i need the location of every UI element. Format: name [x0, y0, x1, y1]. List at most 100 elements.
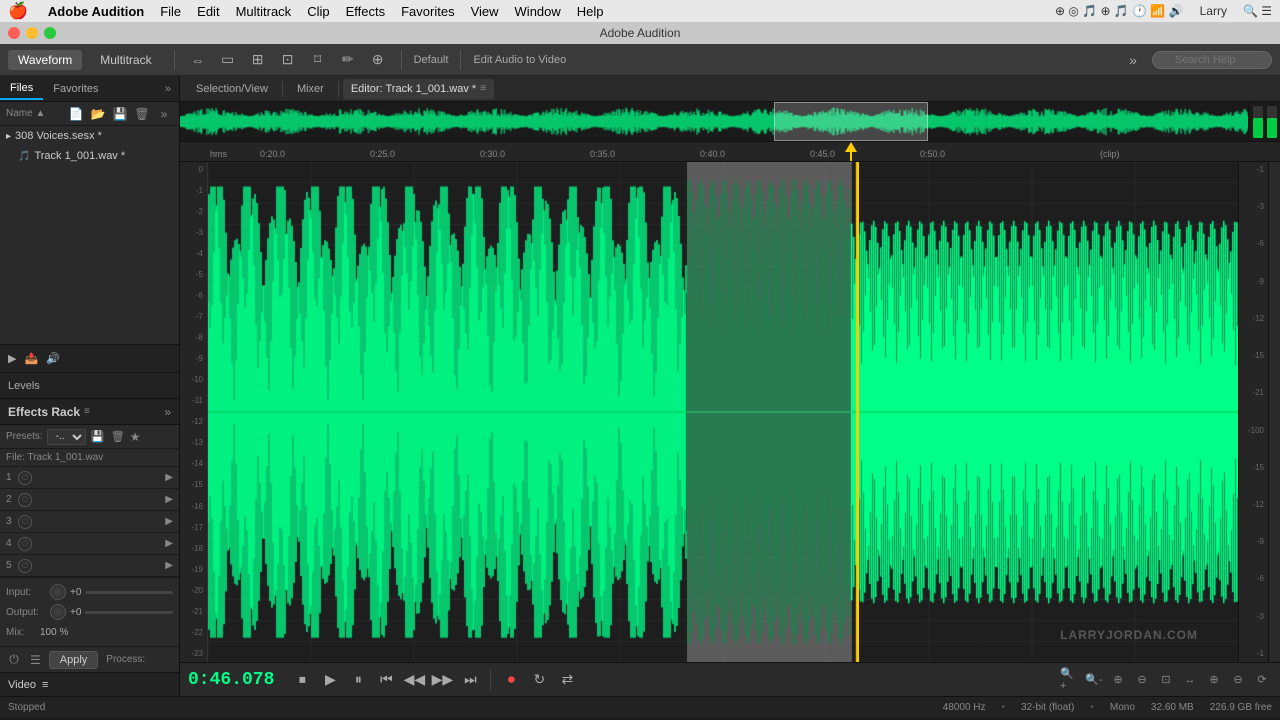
mini-speaker-btn[interactable]: 🔊	[46, 352, 60, 365]
close-button[interactable]	[8, 27, 20, 39]
record-button[interactable]: ⏺	[499, 668, 523, 692]
tab-multitrack[interactable]: Multitrack	[90, 50, 161, 70]
waveform-canvas-area[interactable]: LARRYJORDAN.COM	[208, 162, 1238, 662]
db-8: -8	[180, 334, 203, 342]
mini-load-btn[interactable]: 📤	[24, 352, 38, 365]
effect-slot-4[interactable]: 4 ⏻ ▶	[0, 533, 179, 555]
effect-arrow-2[interactable]: ▶	[165, 494, 173, 505]
pause-button[interactable]: ⏸	[346, 668, 370, 692]
input-knob[interactable]	[50, 584, 66, 600]
stop-button[interactable]: ⏹	[290, 668, 314, 692]
play-button[interactable]: ▶	[318, 668, 342, 692]
maximize-button[interactable]	[44, 27, 56, 39]
file-item-session[interactable]: ▸ 308 Voices.sesx *	[0, 126, 179, 146]
rack-power-icon[interactable]: ⏻	[6, 652, 22, 668]
search-input[interactable]	[1152, 51, 1272, 69]
video-menu-icon[interactable]: ≡	[42, 679, 48, 691]
effect-arrow-1[interactable]: ▶	[165, 472, 173, 483]
presets-delete-icon[interactable]: 🗑	[110, 429, 126, 445]
db-4: -4	[180, 250, 203, 258]
menu-favorites[interactable]: Favorites	[401, 4, 454, 19]
expand-files-icon[interactable]: »	[155, 105, 173, 123]
menu-window[interactable]: Window	[515, 4, 561, 19]
levels-label[interactable]: Levels	[8, 380, 40, 392]
effect-slot-1[interactable]: 1 ⏻ ▶	[0, 467, 179, 489]
menu-app-name[interactable]: Adobe Audition	[48, 4, 144, 19]
editor-filename-tab[interactable]: Editor: Track 1_001.wav * ≡	[343, 79, 494, 99]
menu-effects[interactable]: Effects	[346, 4, 386, 19]
editor-tab-separator	[282, 81, 283, 97]
save-file-btn[interactable]: 💾	[111, 105, 129, 123]
presets-save-icon[interactable]: 💾	[90, 429, 106, 445]
apply-button[interactable]: Apply	[49, 651, 99, 669]
tab-mixer[interactable]: Mixer	[287, 79, 334, 99]
waveform-overview[interactable]	[180, 102, 1280, 142]
effect-slot-3[interactable]: 3 ⏻ ▶	[0, 511, 179, 533]
fast-forward-button[interactable]: ▶▶	[430, 668, 454, 692]
zoom-to-selection-btn[interactable]: ⊡	[1156, 670, 1176, 690]
effect-power-2[interactable]: ⏻	[18, 493, 32, 507]
tab-files[interactable]: Files	[0, 78, 43, 100]
new-file-btn[interactable]: 📄	[67, 105, 85, 123]
loop-to-file-button[interactable]: ⇄	[555, 668, 579, 692]
effect-arrow-3[interactable]: ▶	[165, 516, 173, 527]
goto-start-button[interactable]: ⏮	[374, 668, 398, 692]
effect-power-3[interactable]: ⏻	[18, 515, 32, 529]
menu-view[interactable]: View	[471, 4, 499, 19]
tab-selection-view[interactable]: Selection/View	[186, 79, 278, 99]
time-ruler[interactable]: hms 0:20.0 0:25.0 0:30.0 0:35.0 0:40.0 0…	[180, 142, 1280, 162]
rewind-button[interactable]: ◀◀	[402, 668, 426, 692]
menu-multitrack[interactable]: Multitrack	[236, 4, 292, 19]
effects-rack-menu-icon[interactable]: ≡	[84, 406, 90, 417]
loop-button[interactable]: ↻	[527, 668, 551, 692]
tab-waveform[interactable]: Waveform	[8, 50, 82, 70]
goto-end-button[interactable]: ⏭	[458, 668, 482, 692]
effect-slot-5[interactable]: 5 ⏻ ▶	[0, 555, 179, 577]
effect-slot-2[interactable]: 2 ⏻ ▶	[0, 489, 179, 511]
minimize-button[interactable]	[26, 27, 38, 39]
apple-menu[interactable]: 🍎	[8, 1, 28, 21]
zoom-amp-out-btn[interactable]: ⊖	[1228, 670, 1248, 690]
menu-help[interactable]: Help	[577, 4, 604, 19]
vertical-scrollbar[interactable]	[1268, 162, 1280, 662]
menu-clip[interactable]: Clip	[307, 4, 329, 19]
menu-edit[interactable]: Edit	[197, 4, 219, 19]
input-slider[interactable]	[85, 591, 173, 594]
mini-play-btn[interactable]: ▶	[8, 352, 16, 365]
rack-list-icon[interactable]: ☰	[30, 653, 41, 667]
effect-power-1[interactable]: ⏻	[18, 471, 32, 485]
editor-tab-menu-icon[interactable]: ≡	[480, 83, 486, 94]
tab-favorites[interactable]: Favorites	[43, 79, 108, 99]
select-tool-icon[interactable]: ▭	[217, 49, 239, 71]
zoom-amp-in-btn[interactable]: ⊕	[1204, 670, 1224, 690]
zoom-reset-btn[interactable]: ⟳	[1252, 670, 1272, 690]
delete-file-btn[interactable]: 🗑	[133, 105, 151, 123]
waveform-main[interactable]: 0 -1 -2 -3 -4 -5 -6 -7 -8 -9 -10 -11 -12…	[180, 162, 1280, 662]
zoom-full-btn[interactable]: ↔	[1180, 670, 1200, 690]
effect-power-4[interactable]: ⏻	[18, 537, 32, 551]
edit-video-label[interactable]: Edit Audio to Video	[473, 54, 566, 66]
effect-power-5[interactable]: ⏻	[18, 559, 32, 573]
menu-file[interactable]: File	[160, 4, 181, 19]
output-knob[interactable]	[50, 604, 66, 620]
move-tool-icon[interactable]: ⇔	[187, 49, 209, 71]
effects-rack-expand-icon[interactable]: »	[164, 405, 171, 419]
open-file-btn[interactable]: 📂	[89, 105, 107, 123]
hybrid-tool-icon[interactable]: ⊕	[367, 49, 389, 71]
zoom-in-time-btn[interactable]: 🔍+	[1060, 670, 1080, 690]
effect-arrow-5[interactable]: ▶	[165, 560, 173, 571]
expand-left-icon[interactable]: »	[165, 83, 179, 95]
file-item-audio[interactable]: 🎵 Track 1_001.wav *	[0, 146, 179, 166]
zoom-out-time-btn[interactable]: 🔍-	[1084, 670, 1104, 690]
zoom-out-btn[interactable]: ⊖	[1132, 670, 1152, 690]
marquee-tool-icon[interactable]: ⊡	[277, 49, 299, 71]
expand-panels-icon[interactable]: »	[1122, 49, 1144, 71]
presets-dropdown[interactable]: -..	[47, 429, 86, 445]
lasso-tool-icon[interactable]: ⌑	[307, 49, 329, 71]
output-slider[interactable]	[85, 611, 173, 614]
zoom-in-btn[interactable]: ⊕	[1108, 670, 1128, 690]
time-select-icon[interactable]: ⊞	[247, 49, 269, 71]
presets-star-icon[interactable]: ★	[130, 430, 141, 444]
pencil-tool-icon[interactable]: ✏	[337, 49, 359, 71]
effect-arrow-4[interactable]: ▶	[165, 538, 173, 549]
